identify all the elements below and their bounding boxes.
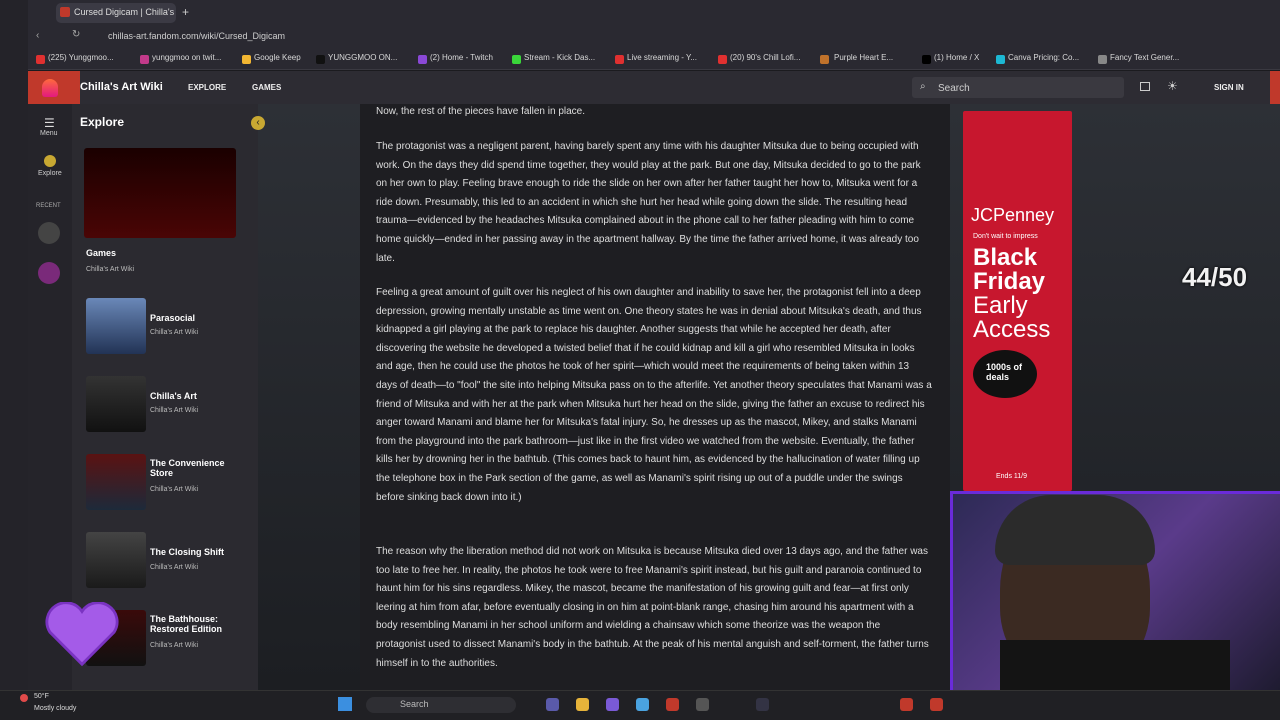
recent-wiki-avatar[interactable] xyxy=(38,222,60,244)
card-subtitle: Chilla's Art Wiki xyxy=(150,642,199,649)
obs-icon[interactable] xyxy=(696,698,709,711)
fandom-favicon-icon xyxy=(60,7,70,17)
new-tab-icon[interactable]: + xyxy=(182,5,189,19)
youtube-icon xyxy=(615,55,624,64)
bookmark-item[interactable]: Canva Pricing: Co... xyxy=(1008,53,1079,62)
card-image-closing-shift[interactable] xyxy=(86,532,146,588)
article-paragraph: Now, the rest of the pieces have fallen … xyxy=(376,106,586,117)
tab-title: Cursed Digicam | Chilla's xyxy=(74,7,175,17)
card-subtitle: Chilla's Art Wiki xyxy=(150,407,199,414)
card-title[interactable]: The Bathhouse: Restored Edition xyxy=(150,614,242,634)
rail-recent-label: RECENT xyxy=(36,203,61,209)
card-title[interactable]: The Closing Shift xyxy=(150,547,242,557)
weather-icon xyxy=(20,694,28,702)
collapse-chevron-icon[interactable]: ‹ xyxy=(251,116,265,130)
card-subtitle: Chilla's Art Wiki xyxy=(150,564,199,571)
compass-icon[interactable] xyxy=(44,155,56,167)
article-paragraph: Feeling a great amount of guilt over his… xyxy=(376,287,932,503)
steam-icon[interactable] xyxy=(756,698,769,711)
rail-menu-label: Menu xyxy=(40,130,58,137)
kick-icon xyxy=(512,55,521,64)
folder-icon[interactable] xyxy=(576,698,589,711)
taskbar-search[interactable]: Search xyxy=(366,697,516,713)
discord-icon[interactable] xyxy=(606,698,619,711)
card-image-games[interactable] xyxy=(84,148,236,238)
bookmark-item[interactable]: yunggmoo on twit... xyxy=(152,53,221,62)
bookmark-item[interactable]: Purple Heart E... xyxy=(834,53,893,62)
bookmark-item[interactable]: YUNGGMOO ON... xyxy=(328,53,397,62)
ad-headline: Black xyxy=(973,244,1038,271)
browser-tab-bar xyxy=(0,0,1280,26)
url-field[interactable]: chillas-art.fandom.com/wiki/Cursed_Digic… xyxy=(108,31,285,41)
youtube-icon xyxy=(36,55,45,64)
purple-heart-icon xyxy=(45,602,119,667)
sign-in-button[interactable]: SIGN IN xyxy=(1214,83,1244,92)
menu-icon[interactable]: ☰ xyxy=(44,116,55,130)
app-icon[interactable] xyxy=(546,698,559,711)
ad-headline: Early xyxy=(973,292,1028,319)
instagram-icon xyxy=(140,55,149,64)
bookmark-item[interactable]: Stream - Kick Das... xyxy=(524,53,595,62)
nav-explore[interactable]: EXPLORE xyxy=(188,83,226,92)
search-icon: ⌕ xyxy=(920,81,926,92)
taskbar-search-label: Search xyxy=(400,699,429,709)
article-paragraph: The reason why the liberation method did… xyxy=(376,546,929,669)
card-image-chillas-art[interactable] xyxy=(86,376,146,432)
bookmark-item[interactable]: Fancy Text Gener... xyxy=(1110,53,1179,62)
card-title[interactable]: Parasocial xyxy=(150,313,242,323)
tiktok-icon xyxy=(316,55,325,64)
opera-icon[interactable] xyxy=(666,698,679,711)
ad-seal-text: 1000s of deals xyxy=(986,362,1023,382)
article-paragraph: The protagonist was a negligent parent, … xyxy=(376,141,921,264)
rail-explore-label: Explore xyxy=(38,170,62,177)
stream-counter: 44/50 xyxy=(1182,262,1248,292)
recent-wiki-avatar[interactable] xyxy=(38,262,60,284)
twitch-icon xyxy=(418,55,427,64)
bookmark-item[interactable]: Google Keep xyxy=(254,53,301,62)
card-subtitle: Chilla's Art Wiki xyxy=(86,266,135,273)
weather-temp: 50°F xyxy=(34,693,49,700)
ad-tagline: Don't wait to impress xyxy=(973,233,1038,240)
app-icon[interactable] xyxy=(900,698,913,711)
reload-icon[interactable]: ↻ xyxy=(72,29,80,40)
wiki-title[interactable]: Chilla's Art Wiki xyxy=(80,81,163,93)
ad-headline: Friday xyxy=(973,268,1046,295)
bookmark-item[interactable]: (1) Home / X xyxy=(934,53,979,62)
browser-side-dock xyxy=(0,0,28,690)
browser-tab-active[interactable]: Cursed Digicam | Chilla's xyxy=(56,3,176,23)
x-icon xyxy=(922,55,931,64)
weather-condition: Mostly cloudy xyxy=(34,705,77,712)
app-icon[interactable] xyxy=(930,698,943,711)
card-subtitle: Chilla's Art Wiki xyxy=(150,486,199,493)
bookmark-icon xyxy=(820,55,829,64)
card-image-parasocial[interactable] xyxy=(86,298,146,354)
canva-icon xyxy=(996,55,1005,64)
streamer-beanie xyxy=(995,495,1155,565)
explore-title: Explore xyxy=(80,115,125,129)
ad-ends-text: Ends 11/9 xyxy=(996,473,1028,480)
youtube-icon xyxy=(718,55,727,64)
bookmark-item[interactable]: (2) Home - Twitch xyxy=(430,53,493,62)
ad-headline: Access xyxy=(973,316,1051,343)
bookmark-item[interactable]: Live streaming - Y... xyxy=(627,53,697,62)
card-title[interactable]: Chilla's Art xyxy=(150,391,242,401)
windows-start-icon[interactable] xyxy=(338,697,352,711)
theme-sun-icon[interactable]: ☀ xyxy=(1167,79,1178,93)
keep-icon xyxy=(242,55,251,64)
bookmark-icon xyxy=(1098,55,1107,64)
back-arrow-icon[interactable]: ‹ xyxy=(36,30,39,41)
bookmark-item[interactable]: (225) Yunggmoo... xyxy=(48,53,114,62)
card-title[interactable]: Games xyxy=(86,248,178,258)
card-subtitle: Chilla's Art Wiki xyxy=(150,329,199,336)
card-title[interactable]: The Convenience Store xyxy=(150,458,242,478)
streamer-hoodie xyxy=(1000,640,1230,690)
app-icon[interactable] xyxy=(636,698,649,711)
fandom-logo-icon[interactable] xyxy=(42,79,58,97)
bookmark-item[interactable]: (20) 90's Chill Lofi... xyxy=(730,53,800,62)
search-placeholder: Search xyxy=(938,83,970,94)
nav-games[interactable]: GAMES xyxy=(252,83,281,92)
ad-brand: JCPenney xyxy=(971,205,1055,225)
card-image-convenience-store[interactable] xyxy=(86,454,146,510)
chat-icon[interactable] xyxy=(1140,82,1150,91)
